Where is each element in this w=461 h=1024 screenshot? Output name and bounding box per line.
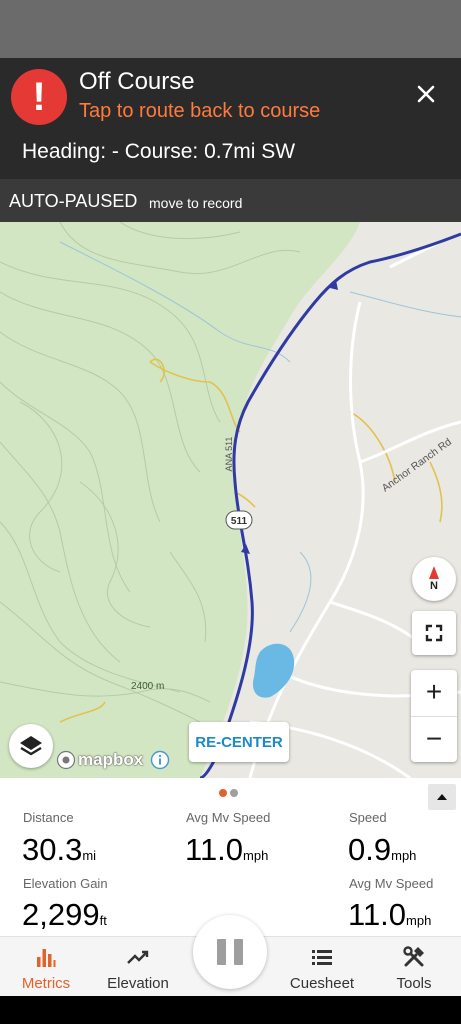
layers-icon: [20, 736, 42, 756]
pause-button[interactable]: [193, 915, 267, 989]
nav-item-tools[interactable]: Tools: [368, 937, 460, 997]
avg-mv-speed-unit-2: mph: [406, 913, 432, 928]
nav-label-cuesheet: Cuesheet: [289, 975, 355, 992]
mapbox-wordmark: mapbox: [78, 750, 144, 769]
recenter-button[interactable]: RE-CENTER: [189, 722, 289, 762]
contour-label: 2400 m: [131, 681, 164, 692]
chevron-up-icon: [437, 794, 447, 800]
page-indicator-dot-active: [219, 789, 227, 797]
minus-icon: −: [425, 723, 443, 754]
auto-paused-title: AUTO-PAUSED: [9, 191, 138, 211]
auto-paused-banner: AUTO-PAUSED move to record: [0, 179, 461, 222]
exclamation-icon: !: [11, 69, 67, 125]
close-icon[interactable]: [408, 76, 444, 112]
plus-icon: +: [425, 676, 443, 707]
nav-label-metrics: Metrics: [21, 975, 71, 992]
avg-mv-speed-label-2: Avg Mv Speed: [349, 876, 434, 891]
nav-label-elevation: Elevation: [107, 975, 169, 992]
avg-mv-speed-value-2: 11.0mph: [348, 897, 432, 932]
compass-icon: [429, 566, 439, 579]
elevation-gain-label: Elevation Gain: [23, 876, 108, 891]
metrics-panel: Distance 30.3mi Avg Mv Speed 11.0mph Spe…: [0, 778, 461, 936]
alert-title: Off Course: [79, 68, 195, 95]
avg-mv-speed-label: Avg Mv Speed: [186, 810, 271, 825]
nav-item-cuesheet[interactable]: Cuesheet: [276, 937, 368, 997]
list-icon: [312, 950, 332, 965]
pause-icon: [217, 939, 243, 965]
elevation-gain-value: 2,299ft: [22, 897, 107, 932]
recenter-label: RE-CENTER: [195, 734, 283, 751]
mapbox-logo[interactable]: mapbox: [56, 748, 143, 772]
lake: [252, 643, 295, 698]
speed-unit: mph: [391, 848, 417, 863]
alert-subtitle[interactable]: Tap to route back to course: [79, 100, 320, 123]
speed-value: 0.9mph: [348, 832, 417, 867]
system-navigation-bar: [0, 996, 461, 1024]
zoom-in-button[interactable]: +: [411, 670, 457, 716]
avg-mv-speed-unit: mph: [243, 848, 269, 863]
distance-label: Distance: [23, 810, 74, 825]
auto-paused-subtitle: move to record: [149, 195, 243, 211]
compass-label: N: [430, 580, 438, 592]
nav-item-metrics[interactable]: Metrics: [0, 937, 92, 997]
off-course-alert[interactable]: ! Off Course Tap to route back to course…: [0, 58, 461, 179]
map-canvas[interactable]: 511 Anchor Ranch Rd 2400 m ANA 511: [0, 222, 461, 778]
nav-label-tools: Tools: [396, 975, 432, 992]
compass-button[interactable]: N: [412, 557, 456, 601]
elevation-gain-unit: ft: [99, 913, 107, 928]
road-label-vertical: ANA 511: [224, 437, 234, 472]
fullscreen-icon: [425, 624, 443, 642]
nav-item-elevation[interactable]: Elevation: [92, 937, 184, 997]
distance-value: 30.3mi: [22, 832, 97, 867]
system-status-bar: [0, 0, 461, 58]
layers-button[interactable]: [9, 724, 53, 768]
mapbox-icon: [56, 750, 76, 770]
info-icon[interactable]: [150, 750, 170, 770]
bar-chart-icon: [37, 949, 56, 967]
route-shield-label: 511: [231, 516, 248, 527]
zoom-out-button[interactable]: −: [411, 716, 457, 762]
expand-metrics-button[interactable]: [428, 784, 456, 810]
zoom-controls: + −: [411, 670, 457, 762]
avg-mv-speed-value: 11.0mph: [185, 832, 269, 867]
page-indicator-dot: [230, 789, 238, 797]
speed-label: Speed: [349, 810, 387, 825]
fullscreen-button[interactable]: [412, 611, 456, 655]
distance-unit: mi: [82, 848, 97, 863]
heading-course-text: Heading: - Course: 0.7mi SW: [22, 140, 296, 163]
map-view[interactable]: 511 Anchor Ranch Rd 2400 m ANA 511 N + −: [0, 222, 461, 778]
tools-icon: [403, 946, 424, 967]
trend-line-icon: [127, 950, 149, 964]
